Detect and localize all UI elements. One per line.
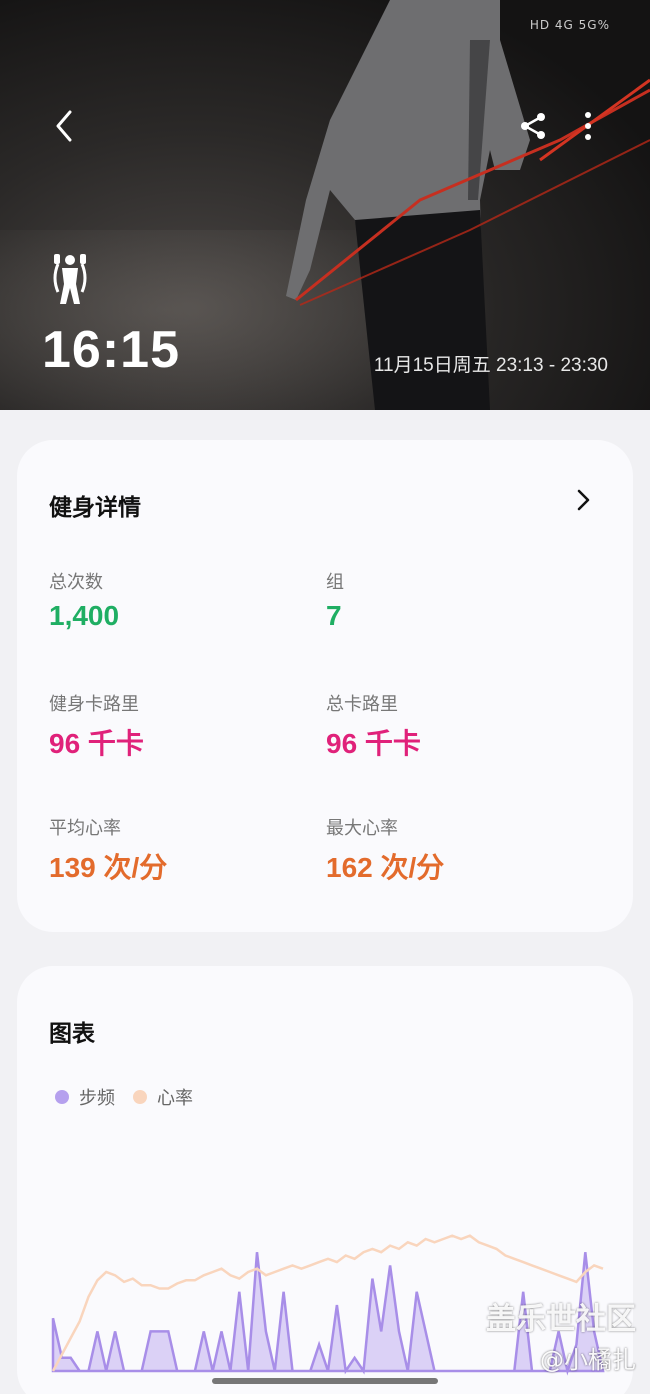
stat-label: 总卡路里 <box>326 694 398 715</box>
home-indicator[interactable] <box>212 1378 438 1384</box>
stat-value: 139 次/分 <box>49 852 168 883</box>
watermark-user: @小橘扎 <box>540 1346 636 1374</box>
back-button[interactable] <box>44 106 84 146</box>
more-options-button[interactable] <box>568 106 608 146</box>
chevron-right-icon[interactable] <box>571 488 595 512</box>
workout-date-range: 11月15日周五 23:13 - 23:30 <box>373 355 608 376</box>
stat-value: 96 千卡 <box>49 728 144 759</box>
stat-label: 平均心率 <box>49 818 121 839</box>
legend-heart-rate: 心率 <box>133 1084 193 1110</box>
stat-label: 总次数 <box>49 572 103 593</box>
legend-dot <box>55 1090 69 1104</box>
stat-avg-heart-rate: 平均心率 139 次/分 <box>49 814 167 886</box>
legend-label: 心率 <box>157 1088 193 1109</box>
chart-legend: 步频 心率 <box>55 1084 205 1110</box>
stat-value: 7 <box>326 600 342 631</box>
hero-banner: HD 4G 5G% 16:15 11月15日周五 23:13 - 23:30 <box>0 0 650 410</box>
jump-rope-icon <box>53 254 87 304</box>
stat-value: 162 次/分 <box>326 852 445 883</box>
stat-sets: 组 7 <box>326 568 344 632</box>
stat-workout-calories: 健身卡路里 96 千卡 <box>49 690 144 762</box>
stat-max-heart-rate: 最大心率 162 次/分 <box>326 814 444 886</box>
workout-details-card[interactable]: 健身详情 总次数 1,400 组 7 健身卡路里 96 千卡 总卡路里 96 千… <box>17 440 633 932</box>
chart-title: 图表 <box>49 1021 95 1047</box>
stat-label: 健身卡路里 <box>49 694 139 715</box>
more-vertical-icon <box>585 112 591 140</box>
share-button[interactable] <box>514 106 554 146</box>
share-icon <box>521 113 545 139</box>
legend-dot <box>133 1090 147 1104</box>
stat-label: 组 <box>326 572 344 593</box>
stat-label: 最大心率 <box>326 818 398 839</box>
watermark-title: 盖乐世社区 <box>486 1302 636 1337</box>
stat-value: 96 千卡 <box>326 728 421 759</box>
stat-value: 1,400 <box>49 600 120 631</box>
details-title: 健身详情 <box>49 495 141 521</box>
legend-cadence: 步频 <box>55 1084 115 1110</box>
status-bar: HD 4G 5G% <box>529 18 610 32</box>
legend-label: 步频 <box>79 1088 115 1109</box>
stat-total-count: 总次数 1,400 <box>49 568 119 632</box>
stat-total-calories: 总卡路里 96 千卡 <box>326 690 421 762</box>
chevron-left-icon <box>56 110 72 142</box>
workout-duration: 16:15 <box>42 321 180 379</box>
